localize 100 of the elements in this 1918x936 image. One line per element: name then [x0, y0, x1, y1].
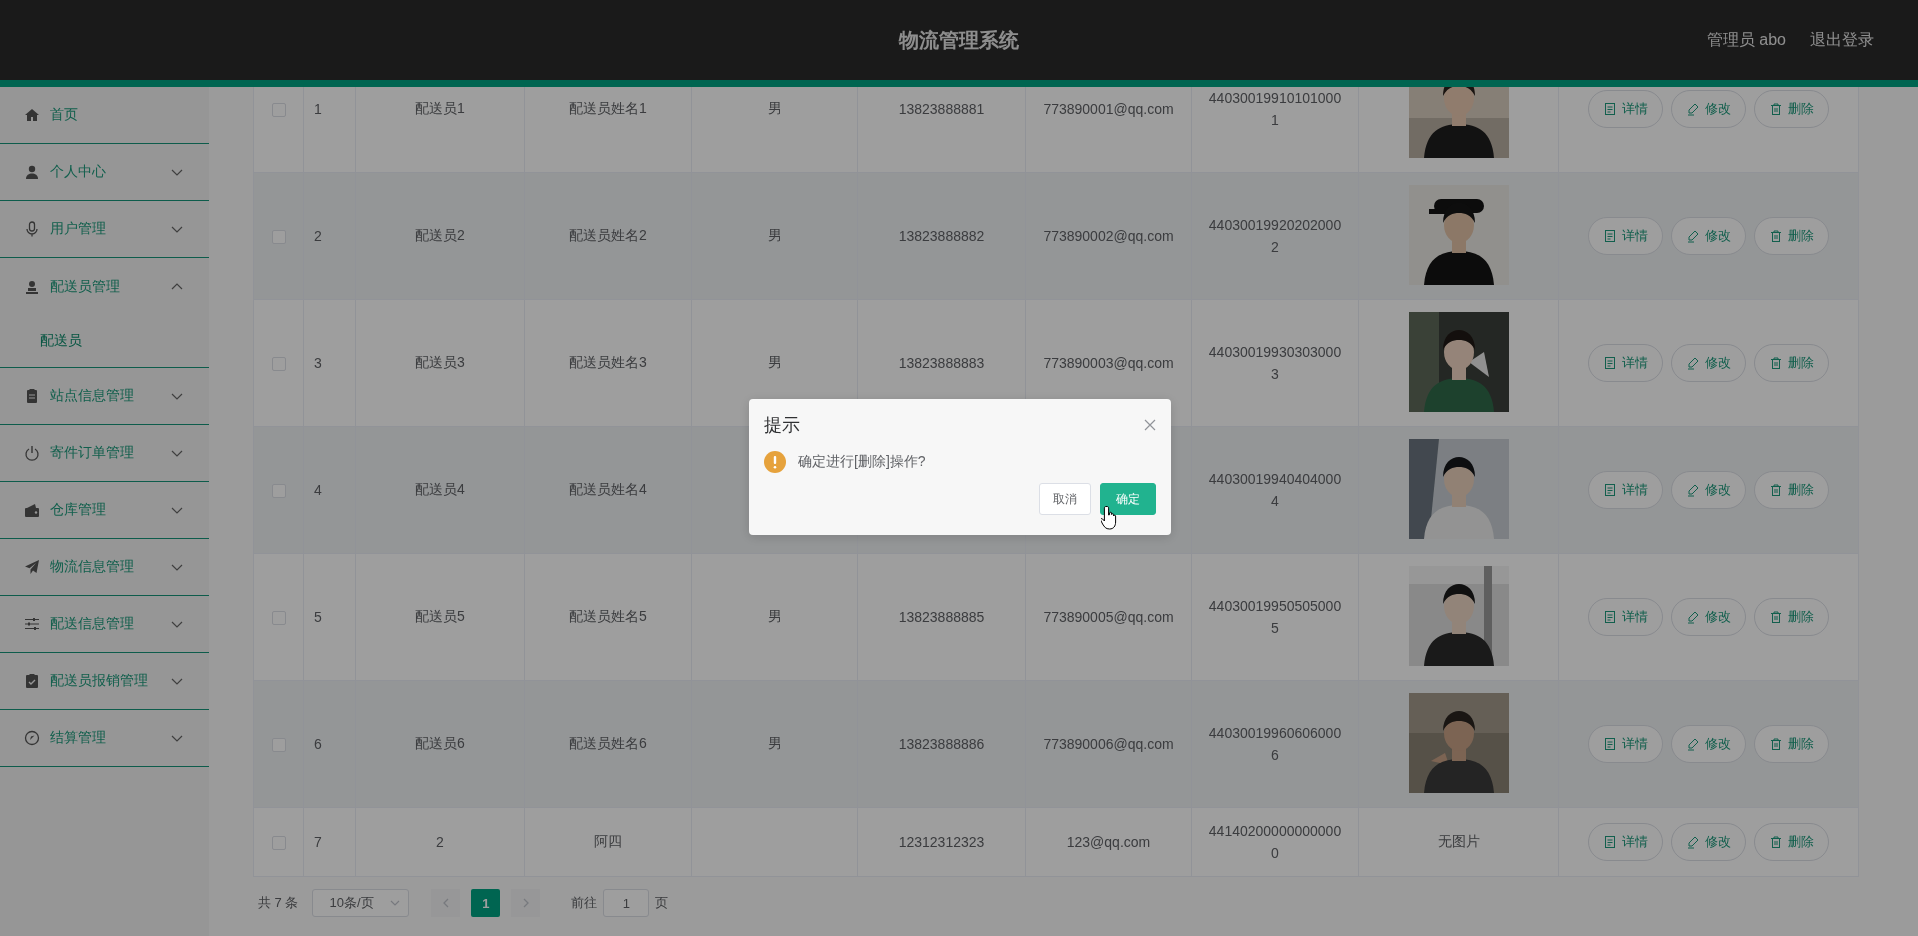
cancel-button[interactable]: 取消	[1039, 483, 1091, 515]
pencil-icon	[1686, 356, 1700, 370]
table-cell: 配送员姓名1	[569, 100, 647, 116]
table-cell-text: 440300199404040004	[1207, 470, 1343, 511]
close-icon[interactable]	[1144, 419, 1156, 431]
chevron-down-icon	[171, 677, 183, 685]
paper-plane-icon	[24, 559, 40, 575]
table-cell: 2	[436, 834, 444, 850]
detail-button[interactable]: 详情	[1588, 90, 1663, 128]
chevron-down-icon	[171, 734, 183, 742]
row-number: 4	[314, 482, 322, 498]
chevron-down-icon	[171, 563, 183, 571]
detail-button[interactable]: 详情	[1588, 598, 1663, 636]
menu-item[interactable]: 配送员管理	[0, 258, 209, 315]
edit-button[interactable]: 修改	[1671, 598, 1746, 636]
detail-button[interactable]: 详情	[1588, 725, 1663, 763]
page-size-select[interactable]: 10条/页	[312, 889, 410, 917]
page-input[interactable]: 1	[603, 889, 650, 917]
edit-button[interactable]: 修改	[1671, 823, 1746, 861]
pencil-icon	[1686, 102, 1700, 116]
trash-icon	[1769, 835, 1783, 849]
clipboard-check-icon	[24, 673, 40, 689]
table-cell: 男	[767, 735, 782, 751]
delete-button[interactable]: 删除	[1754, 217, 1829, 255]
edit-button[interactable]: 修改	[1671, 725, 1746, 763]
table-cell: 配送员3	[415, 354, 465, 370]
table-cell-text: 440300199202020002	[1207, 216, 1343, 257]
user-icon	[24, 278, 40, 295]
table-cell: 773890002@qq.com	[1043, 228, 1174, 244]
detail-button[interactable]: 详情	[1588, 217, 1663, 255]
logout-link[interactable]: 退出登录	[1810, 29, 1874, 51]
table-cell: 男	[767, 227, 782, 243]
table-cell: 男	[767, 608, 782, 624]
chevron-down-icon	[171, 449, 183, 457]
table-cell: 男	[767, 354, 782, 370]
microphone-icon	[24, 221, 40, 237]
user-name: 管理员 abo	[1706, 29, 1786, 50]
pencil-icon	[1686, 483, 1700, 497]
edit-button[interactable]: 修改	[1671, 344, 1746, 382]
table-cell: 无图片	[1437, 833, 1480, 849]
user-icon	[24, 164, 40, 180]
chevron-down-icon	[171, 392, 183, 400]
table-cell: 13823888885	[898, 609, 985, 625]
total-count: 共 7 条	[258, 894, 299, 912]
document-icon	[1603, 483, 1617, 497]
warning-icon	[764, 451, 786, 473]
table-cell: 男	[767, 100, 782, 116]
page-number[interactable]: 1	[471, 889, 501, 917]
app-title: 物流管理系统	[899, 28, 1019, 51]
table-cell: 阿四	[594, 833, 622, 849]
delete-button[interactable]: 删除	[1754, 90, 1829, 128]
chevron-left-icon	[441, 898, 450, 908]
power-icon	[24, 445, 40, 461]
trash-icon	[1769, 610, 1783, 624]
table-cell: 配送员1	[415, 100, 465, 116]
chevron-down-icon	[171, 506, 183, 514]
pencil-icon	[1686, 229, 1700, 243]
goto-label: 前往	[571, 894, 598, 912]
row-number: 7	[314, 834, 322, 850]
delete-button[interactable]: 删除	[1754, 344, 1829, 382]
page-unit: 页	[655, 894, 669, 912]
detail-button[interactable]: 详情	[1588, 471, 1663, 509]
delete-button[interactable]: 删除	[1754, 823, 1829, 861]
compass-icon	[24, 730, 40, 746]
sliders-icon	[24, 616, 40, 632]
document-icon	[1603, 356, 1617, 370]
edit-button[interactable]: 修改	[1671, 90, 1746, 128]
delete-button[interactable]: 删除	[1754, 598, 1829, 636]
chevron-down-icon	[390, 900, 401, 906]
detail-button[interactable]: 详情	[1588, 823, 1663, 861]
table-cell: 配送员姓名4	[569, 481, 647, 497]
table-cell-text: 440300199101010001	[1207, 89, 1343, 130]
dialog-message: 确定进行[删除]操作?	[798, 453, 926, 471]
prev-page-button[interactable]	[431, 889, 461, 917]
pencil-icon	[1686, 737, 1700, 751]
table-cell: 13823888886	[898, 736, 985, 752]
detail-button[interactable]: 详情	[1588, 344, 1663, 382]
chevron-down-icon	[171, 168, 183, 176]
table-cell: 123@qq.com	[1066, 834, 1151, 850]
confirm-button[interactable]: 确定	[1100, 483, 1156, 515]
trash-icon	[1769, 737, 1783, 751]
edit-button[interactable]: 修改	[1671, 217, 1746, 255]
next-page-button[interactable]	[511, 889, 541, 917]
document-icon	[1603, 835, 1617, 849]
table-cell: 13823888881	[898, 101, 985, 117]
table-cell-text: 441402000000000000	[1207, 822, 1343, 863]
submenu-item[interactable]: 配送员	[0, 315, 209, 367]
chevron-down-icon	[171, 620, 183, 628]
hand-cursor-icon	[1101, 505, 1119, 531]
delete-button[interactable]: 删除	[1754, 725, 1829, 763]
pencil-icon	[1686, 610, 1700, 624]
chevron-up-icon	[171, 283, 183, 290]
edit-button[interactable]: 修改	[1671, 471, 1746, 509]
delete-button[interactable]: 删除	[1754, 471, 1829, 509]
trash-icon	[1769, 483, 1783, 497]
table-cell: 773890003@qq.com	[1043, 355, 1174, 371]
table-cell: 773890005@qq.com	[1043, 609, 1174, 625]
table-cell: 配送员2	[415, 227, 465, 243]
document-icon	[1603, 610, 1617, 624]
trash-icon	[1769, 356, 1783, 370]
